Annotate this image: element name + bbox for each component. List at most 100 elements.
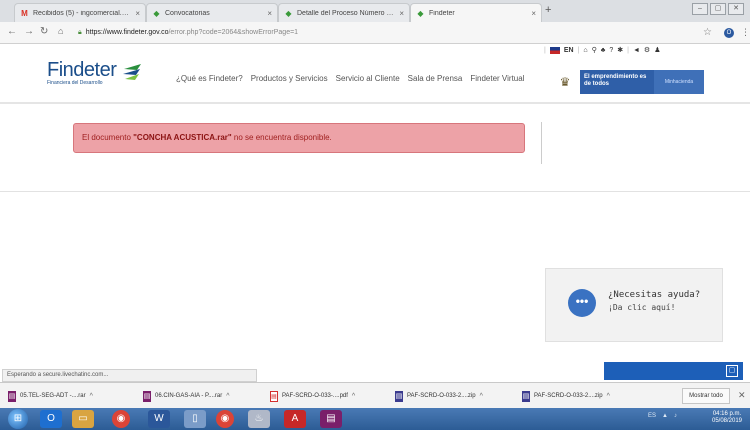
findeter-icon: ◆ bbox=[285, 8, 292, 18]
divider bbox=[541, 122, 542, 164]
language-indicator[interactable]: ES bbox=[648, 413, 656, 419]
download-filename: 05.TEL-SEG-ADT -....rar bbox=[20, 393, 86, 399]
extension-icon[interactable]: O bbox=[724, 28, 734, 38]
outlook-icon[interactable]: O bbox=[40, 410, 62, 428]
tab-findeter[interactable]: ◆ Findeter × bbox=[410, 3, 542, 22]
error-alert: El documento "CONCHA ACUSTICA.rar" no se… bbox=[73, 123, 525, 153]
window-close-icon[interactable]: ✕ bbox=[728, 3, 744, 15]
tab-title: Findeter bbox=[429, 9, 455, 17]
chat-bubble-icon[interactable]: ••• bbox=[568, 289, 596, 317]
document-icon[interactable]: ▯ bbox=[184, 410, 206, 428]
download-filename: PAF-SCRD-O-033-2....zip bbox=[534, 393, 603, 399]
tab-title: Detalle del Proceso Número PAF bbox=[297, 9, 397, 17]
show-all-downloads-button[interactable]: Mostrar todo bbox=[682, 388, 730, 404]
maximize-icon[interactable]: ▢ bbox=[710, 3, 726, 15]
nav-sala-prensa[interactable]: Sala de Prensa bbox=[408, 74, 463, 83]
language-toggle[interactable]: EN bbox=[564, 47, 574, 54]
windows-start-icon[interactable]: ⊞ bbox=[8, 409, 28, 429]
winrar-icon[interactable]: ▤ bbox=[320, 410, 342, 428]
tray-arrow-icon[interactable]: ▲ bbox=[662, 413, 668, 419]
chrome-icon[interactable]: ◉ bbox=[112, 410, 130, 428]
chat-question: ¿Necesitas ayuda? bbox=[608, 290, 701, 300]
zip-file-icon: ▤ bbox=[395, 390, 403, 402]
nav-findeter-virtual[interactable]: Findeter Virtual bbox=[470, 74, 524, 83]
address-bar: ← → ↻ ⌂ 🔒︎ https://www.findeter.gov.co/e… bbox=[0, 22, 750, 44]
url-field[interactable]: 🔒︎ https://www.findeter.gov.co/error.php… bbox=[78, 25, 688, 41]
download-filename: PAF-SCRD-O-033-....pdf bbox=[282, 393, 348, 399]
findeter-icon: ◆ bbox=[417, 8, 424, 18]
close-icon[interactable]: × bbox=[267, 9, 272, 18]
alert-filename: "CONCHA ACUSTICA.rar" bbox=[133, 133, 232, 142]
tab-title: Recibidos (5) - ingcomercial.acu bbox=[33, 9, 133, 17]
alert-prefix: El documento bbox=[82, 133, 134, 142]
findeter-logo[interactable]: Findeter Financiera del Desarrollo bbox=[47, 59, 141, 86]
nav-servicio-cliente[interactable]: Servicio al Cliente bbox=[336, 74, 400, 83]
chevron-up-icon[interactable]: ^ bbox=[607, 393, 610, 400]
browser-tab-strip: M Recibidos (5) - ingcomercial.acu × ◆ C… bbox=[0, 0, 750, 22]
chrome-icon[interactable]: ◉ bbox=[216, 410, 234, 428]
clock-date: 05/08/2019 bbox=[711, 418, 743, 424]
download-item[interactable]: ▤ 06.CIN-GAS-AIA - P....rar ^ bbox=[143, 388, 230, 404]
download-item[interactable]: ▤ PAF-SCRD-O-033-....pdf ^ bbox=[270, 388, 355, 404]
home-icon[interactable]: ⌂ bbox=[58, 26, 63, 36]
download-item[interactable]: ▤ PAF-SCRD-O-033-2....zip ^ bbox=[395, 388, 483, 404]
minimize-icon[interactable]: – bbox=[692, 3, 708, 15]
system-tray: ES ▲ ♪ bbox=[648, 413, 677, 419]
download-item[interactable]: ▤ 05.TEL-SEG-ADT -....rar ^ bbox=[8, 388, 93, 404]
tab-convocatorias[interactable]: ◆ Convocatorias × bbox=[146, 3, 278, 22]
installer-icon[interactable]: ♨ bbox=[248, 410, 270, 428]
download-bar: ▤ 05.TEL-SEG-ADT -....rar ^ ▤ 06.CIN-GAS… bbox=[0, 382, 750, 408]
alert-suffix: no se encuentra disponible. bbox=[231, 133, 332, 142]
main-nav: ¿Qué es Findeter? Productos y Servicios … bbox=[176, 74, 524, 83]
nav-productos-servicios[interactable]: Productos y Servicios bbox=[251, 74, 328, 83]
chevron-up-icon[interactable]: ^ bbox=[480, 393, 483, 400]
taskbar-clock[interactable]: 04:16 p.m. 05/08/2019 bbox=[708, 411, 746, 425]
uk-flag-icon bbox=[549, 46, 560, 54]
megaphone-icon[interactable]: ◄ bbox=[633, 47, 640, 54]
close-icon[interactable]: × bbox=[399, 9, 404, 18]
close-icon[interactable]: × bbox=[135, 9, 140, 18]
chevron-up-icon[interactable]: ^ bbox=[352, 393, 355, 400]
accessibility-icon[interactable]: ⚙ bbox=[644, 46, 650, 54]
download-item[interactable]: ▤ PAF-SCRD-O-033-2....zip ^ bbox=[522, 388, 610, 404]
reload-icon[interactable]: ↻ bbox=[40, 26, 48, 37]
clock-time: 04:16 p.m. bbox=[712, 411, 742, 417]
lock-icon: 🔒︎ bbox=[78, 29, 82, 36]
download-filename: PAF-SCRD-O-033-2....zip bbox=[407, 393, 476, 399]
tab-detalle-proceso[interactable]: ◆ Detalle del Proceso Número PAF × bbox=[278, 3, 410, 22]
forward-icon[interactable]: → bbox=[24, 26, 34, 37]
settings-icon[interactable]: ✱ bbox=[617, 46, 623, 54]
maximize-icon[interactable]: ▢ bbox=[726, 365, 738, 377]
download-filename: 06.CIN-GAS-AIA - P....rar bbox=[155, 393, 223, 399]
help-icon[interactable]: ? bbox=[609, 47, 613, 54]
findeter-icon: ◆ bbox=[153, 8, 160, 18]
url-path: /error.php?code=2064&showErrorPage=1 bbox=[168, 29, 299, 36]
tab-gmail[interactable]: M Recibidos (5) - ingcomercial.acu × bbox=[14, 3, 146, 22]
acrobat-icon[interactable]: A bbox=[284, 410, 306, 428]
windows-taskbar: ⊞ O ▭ ◉ W ▯ ◉ ♨ A ▤ ES ▲ ♪ 04:16 p.m. 05… bbox=[0, 408, 750, 430]
home-icon[interactable]: ⌂ bbox=[583, 47, 587, 54]
chat-subtitle: ¡Da clic aquí! bbox=[608, 303, 676, 312]
url-host: https://www.findeter.gov.co bbox=[85, 29, 169, 36]
volume-icon[interactable]: ♪ bbox=[674, 413, 677, 419]
word-icon[interactable]: W bbox=[148, 410, 170, 428]
close-icon[interactable]: × bbox=[531, 9, 536, 18]
file-explorer-icon[interactable]: ▭ bbox=[72, 410, 94, 428]
search-icon[interactable]: ⚲ bbox=[592, 46, 597, 54]
chat-minimized-bar[interactable]: ▢ bbox=[604, 362, 743, 380]
nav-que-es-findeter[interactable]: ¿Qué es Findeter? bbox=[176, 74, 243, 83]
chevron-up-icon[interactable]: ^ bbox=[90, 393, 93, 400]
findeter-logo-mark-icon bbox=[123, 64, 141, 80]
back-icon[interactable]: ← bbox=[7, 26, 17, 37]
new-tab-button[interactable]: + bbox=[545, 4, 551, 16]
government-banner[interactable]: El emprendimiento es de todos Minhaciend… bbox=[580, 70, 704, 94]
bookmark-star-icon[interactable]: ☆ bbox=[703, 27, 712, 38]
gmail-icon: M bbox=[21, 8, 28, 18]
close-download-bar-icon[interactable]: ✕ bbox=[738, 390, 746, 401]
sitemap-icon[interactable]: ♣ bbox=[601, 47, 606, 54]
chevron-up-icon[interactable]: ^ bbox=[226, 393, 229, 400]
menu-kebab-icon[interactable]: ⋮ bbox=[741, 27, 750, 38]
user-icon[interactable]: ♟ bbox=[654, 46, 660, 54]
chat-widget[interactable]: ••• ¿Necesitas ayuda? ¡Da clic aquí! bbox=[545, 268, 723, 342]
window-controls: – ▢ ✕ bbox=[692, 3, 744, 15]
